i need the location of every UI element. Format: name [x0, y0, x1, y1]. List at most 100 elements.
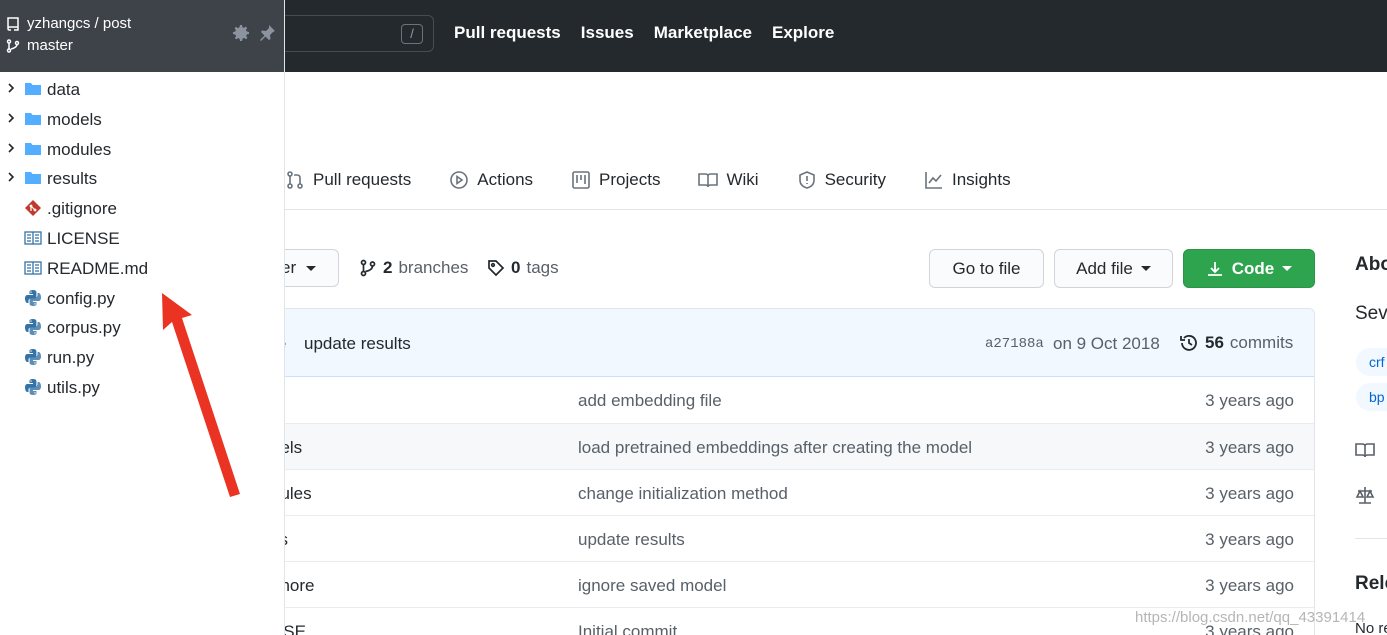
file-rows: aadd embedding file3 years agodelsload p…: [271, 377, 1314, 635]
folder-icon: [25, 142, 41, 155]
tags-label: tags: [526, 258, 559, 277]
tree-item-label: results: [47, 169, 98, 189]
tree-folder[interactable]: results: [0, 164, 285, 194]
topic-tag[interactable]: bp: [1356, 383, 1387, 411]
tree-item-label: utils.py: [47, 377, 100, 397]
branches-link[interactable]: 2 branches: [359, 258, 468, 278]
pin-icon[interactable]: [258, 24, 276, 42]
file-commit-message[interactable]: add embedding file: [578, 391, 722, 411]
tabs-divider: [285, 209, 1387, 210]
topic-tag[interactable]: crf: [1356, 348, 1387, 376]
tree-item-label: run.py: [47, 348, 95, 368]
table-row[interactable]: dules change initialization method 3 years…: [271, 469, 1314, 515]
nav-marketplace[interactable]: Marketplace: [654, 23, 752, 43]
python-icon: [25, 319, 41, 336]
table-row[interactable]: aadd embedding file3 years ago: [271, 377, 1314, 423]
sidebar-repo-link[interactable]: yzhangcs / post: [6, 15, 131, 32]
chevron-right-icon[interactable]: [6, 142, 16, 154]
commit-message[interactable]: update results: [304, 334, 411, 354]
tree-item-label: corpus.py: [47, 318, 121, 338]
octotree-sidebar: yzhangcs / post master data models modules…: [0, 0, 285, 635]
branch-icon: [6, 38, 20, 53]
download-icon: [1207, 261, 1222, 276]
tab-projects[interactable]: Projects: [571, 158, 660, 202]
table-row[interactable]: dels load pretrained embeddings after cre…: [271, 423, 1314, 469]
global-nav: Pull requests Issues Marketplace Explore: [454, 23, 834, 43]
folder-icon: [25, 112, 41, 125]
tab-label: Security: [824, 170, 886, 189]
about-heading: Abo: [1355, 254, 1387, 275]
tab-label: Pull requests: [313, 170, 412, 189]
gear-icon[interactable]: [232, 24, 250, 42]
latest-commit-bar: te update results a27188a on 9 Oct 2018 …: [271, 309, 1314, 377]
history-icon: [1180, 335, 1197, 351]
repo-tabs: Pull requests Actions Projects Wiki Secu…: [285, 158, 1049, 202]
chevron-down-icon: [1282, 266, 1293, 271]
tree-folder[interactable]: models: [0, 105, 285, 135]
tab-actions[interactable]: Actions: [449, 158, 533, 202]
tab-label: Projects: [599, 170, 661, 189]
chevron-right-icon[interactable]: [6, 171, 16, 183]
table-row[interactable]: ltsupdate results3 years ago: [271, 515, 1314, 561]
add-file-button[interactable]: Add file: [1054, 249, 1173, 288]
tab-label: Insights: [951, 170, 1011, 189]
releases-heading: Rele: [1355, 573, 1387, 594]
file-commit-message[interactable]: change initialization method: [578, 484, 788, 504]
tree-file[interactable]: utils.py: [0, 373, 285, 403]
nav-issues[interactable]: Issues: [581, 23, 634, 43]
tags-link[interactable]: 0 tags: [487, 258, 559, 278]
tab-label: Wiki: [726, 170, 759, 189]
chevron-right-icon[interactable]: [6, 82, 16, 94]
tree-item-label: data: [47, 80, 81, 99]
python-icon: [25, 378, 41, 395]
folder-icon: [25, 172, 41, 185]
nav-pull-requests[interactable]: Pull requests: [454, 23, 561, 43]
tab-insights[interactable]: Insights: [924, 158, 1011, 202]
file-commit-message[interactable]: Initial commit: [578, 622, 677, 635]
branch-icon: [360, 259, 376, 277]
law-icon: [1355, 487, 1375, 504]
file-age: 3 years ago: [1205, 438, 1294, 457]
tree-item-label: config.py: [47, 288, 116, 308]
tree-item-label: modules: [47, 139, 112, 159]
file-age: 3 years ago: [1205, 576, 1294, 595]
chevron-right-icon[interactable]: [6, 112, 16, 124]
file-commit-message[interactable]: load pretrained embeddings after creatin…: [578, 438, 972, 458]
tree-file[interactable]: LICENSE: [0, 224, 285, 254]
commits-link[interactable]: 56 commits: [1179, 333, 1293, 353]
tree-folder[interactable]: modules: [0, 135, 285, 165]
tree-file[interactable]: config.py: [0, 284, 285, 314]
branches-count: 2: [383, 258, 393, 277]
tab-wiki[interactable]: Wiki: [698, 158, 759, 202]
tree-file[interactable]: README.md: [0, 254, 285, 284]
commits-label: commits: [1229, 333, 1294, 352]
file-commit-message[interactable]: ignore saved model: [578, 576, 726, 596]
tree-file[interactable]: run.py: [0, 343, 285, 373]
repo-icon: [7, 16, 19, 31]
tag-icon: [488, 260, 505, 277]
shield-icon: [798, 171, 815, 189]
sidebar-branch-name: master: [27, 37, 73, 54]
python-icon: [25, 289, 41, 306]
file-age: 3 years ago: [1205, 391, 1294, 410]
sidebar-branch: master: [6, 37, 73, 54]
file-commit-message[interactable]: update results: [578, 530, 685, 550]
tree-file[interactable]: .gitignore: [0, 194, 285, 224]
python-icon: [25, 349, 41, 366]
branches-label: branches: [398, 258, 469, 277]
go-to-file-label: Go to file: [952, 258, 1021, 278]
nav-explore[interactable]: Explore: [772, 23, 834, 43]
code-button[interactable]: Code: [1183, 249, 1315, 288]
search-shortcut-key: /: [401, 24, 423, 44]
commit-date: on 9 Oct 2018: [1053, 334, 1160, 353]
table-row[interactable]: gnore ignore saved model 3 years ago: [271, 561, 1314, 607]
project-icon: [572, 171, 590, 189]
commit-sha[interactable]: a27188a: [985, 336, 1044, 352]
sidebar-tools: [232, 24, 276, 42]
tab-security[interactable]: Security: [797, 158, 886, 202]
chevron-down-icon: [1140, 266, 1151, 271]
go-to-file-button[interactable]: Go to file: [929, 249, 1044, 288]
tab-pull-requests[interactable]: Pull requests: [285, 158, 411, 202]
tree-folder[interactable]: data: [0, 75, 285, 105]
tree-file[interactable]: corpus.py: [0, 313, 285, 343]
